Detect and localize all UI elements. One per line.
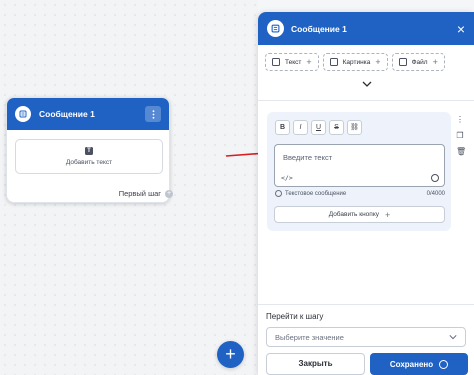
underline-button[interactable]: U bbox=[311, 120, 326, 135]
italic-button[interactable]: I bbox=[293, 120, 308, 135]
chevron-down-icon bbox=[449, 335, 457, 340]
char-counter: 0/4000 bbox=[426, 190, 445, 197]
connector-plus-icon[interactable]: + bbox=[165, 189, 173, 198]
close-button[interactable]: Закрыть bbox=[266, 353, 365, 375]
strikethrough-button[interactable]: S bbox=[329, 120, 344, 135]
first-step-connector[interactable]: Первый шаг + bbox=[118, 189, 173, 198]
plus-icon: + bbox=[385, 209, 391, 220]
code-icon[interactable]: </> bbox=[281, 174, 293, 182]
check-icon bbox=[439, 359, 449, 369]
tag-file[interactable]: Файл + bbox=[391, 53, 445, 71]
bold-button[interactable]: B bbox=[275, 120, 290, 135]
divider bbox=[258, 304, 474, 305]
message-icon bbox=[267, 20, 284, 37]
plus-icon: + bbox=[432, 57, 438, 67]
text-icon: T bbox=[85, 147, 93, 155]
goto-step-label: Перейти к шагу bbox=[266, 312, 324, 321]
save-button-label: Сохранено bbox=[389, 359, 434, 369]
tag-image[interactable]: Картинка + bbox=[322, 53, 388, 71]
save-button[interactable]: Сохранено bbox=[370, 353, 468, 375]
select-placeholder: Выберите значение bbox=[275, 332, 344, 342]
drag-handle-icon[interactable]: ⋮ bbox=[456, 115, 464, 124]
format-toolbar: B I U S ⛓ bbox=[275, 120, 362, 135]
add-button-label: Добавить кнопку bbox=[328, 211, 379, 218]
add-button-button[interactable]: Добавить кнопку + bbox=[274, 206, 445, 223]
panel-header: Сообщение 1 × bbox=[258, 12, 474, 45]
node-title: Сообщение 1 bbox=[39, 109, 95, 119]
block-tools: ⋮ ❐ 🗑 bbox=[456, 115, 466, 156]
text-message-row: Текстовое сообщение 0/4000 bbox=[275, 190, 445, 197]
tag-text[interactable]: Текст + bbox=[265, 53, 319, 71]
image-icon bbox=[329, 58, 338, 66]
plus-icon: + bbox=[306, 57, 312, 67]
content-type-tags: Текст + Картинка + Файл + bbox=[265, 53, 445, 71]
goto-step-select[interactable]: Выберите значение bbox=[266, 327, 466, 347]
add-text-label: Добавить текст bbox=[65, 159, 113, 166]
tag-text-label: Текст bbox=[285, 58, 302, 66]
close-panel-icon[interactable]: × bbox=[457, 21, 465, 37]
text-editor-block: B I U S ⛓ Введите текст </> Текстовое со… bbox=[267, 112, 451, 231]
tag-file-label: Файл bbox=[411, 58, 428, 66]
add-text-area[interactable]: T Добавить текст bbox=[15, 139, 163, 174]
chevron-down-icon[interactable] bbox=[362, 79, 372, 89]
node-menu-icon[interactable] bbox=[145, 106, 161, 122]
plus-icon: + bbox=[375, 57, 381, 67]
trash-icon[interactable]: 🗑 bbox=[456, 147, 466, 156]
message-icon bbox=[15, 106, 31, 122]
tag-image-label: Картинка bbox=[342, 58, 371, 66]
textarea-placeholder: Введите текст bbox=[283, 153, 333, 162]
edit-panel: Сообщение 1 × Текст + Картинка + Файл + … bbox=[258, 12, 474, 375]
message-node[interactable]: Сообщение 1 T Добавить текст Первый шаг … bbox=[6, 97, 173, 203]
copy-icon[interactable]: ❐ bbox=[456, 131, 464, 140]
file-icon bbox=[398, 58, 407, 66]
first-step-label: Первый шаг bbox=[118, 189, 161, 198]
emoji-icon[interactable] bbox=[431, 174, 439, 182]
node-header: Сообщение 1 bbox=[7, 98, 169, 130]
check-circle-icon bbox=[275, 190, 282, 197]
text-icon bbox=[272, 58, 280, 66]
panel-title: Сообщение 1 bbox=[291, 23, 347, 34]
link-button[interactable]: ⛓ bbox=[347, 120, 362, 135]
message-textarea[interactable]: Введите текст </> bbox=[274, 144, 445, 187]
text-message-label: Текстовое сообщение bbox=[285, 190, 347, 197]
divider bbox=[258, 100, 474, 101]
add-step-fab[interactable]: + bbox=[217, 341, 244, 368]
